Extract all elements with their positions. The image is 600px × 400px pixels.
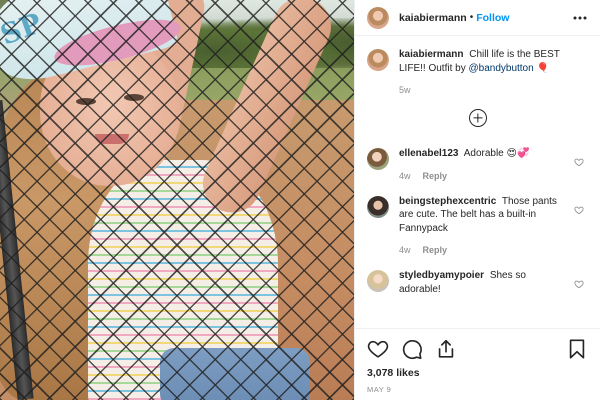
comment-text-block: ellenabel123 Adorable 😍💞 (399, 147, 568, 161)
load-more-comments (367, 109, 588, 127)
heart-outline-icon[interactable] (367, 338, 389, 360)
reply-button[interactable]: Reply (423, 171, 448, 181)
comment-item: beingstephexcentric Those pants are cute… (367, 195, 588, 256)
comment-text-block: styledbyamypoier Shes so adorable! (399, 269, 568, 296)
caption-body: kaiabiermann Chill life is the BEST LIFE… (399, 48, 588, 95)
comment-age[interactable]: 4w (399, 171, 411, 181)
comment-text: Adorable 😍💞 (463, 148, 530, 159)
comment-meta: 4w Reply (399, 245, 568, 255)
follow-button[interactable]: Follow (476, 12, 509, 24)
photo-chain-link-fence (0, 0, 354, 400)
reply-button[interactable]: Reply (423, 245, 448, 255)
comment-body: styledbyamypoier Shes so adorable! (399, 269, 588, 296)
comment-age[interactable]: 4w (399, 245, 411, 255)
caption-mention[interactable]: @bandybutton (468, 63, 533, 74)
comment-username[interactable]: styledbyamypoier (399, 270, 484, 281)
post-header: kaiabiermann • Follow (355, 0, 600, 36)
caption-age[interactable]: 5w (399, 85, 411, 95)
owner-avatar[interactable] (367, 6, 389, 29)
comment-username[interactable]: beingstephexcentric (399, 196, 496, 207)
add-circle-icon[interactable] (468, 109, 487, 127)
caption-meta: 5w (399, 85, 568, 95)
instagram-post: SP kaiabiermann • Follow kaiabiermann Ch… (0, 0, 600, 400)
bookmark-icon[interactable] (566, 338, 588, 360)
post-actions: 3,078 likes MAY 9 (355, 328, 600, 400)
post-date[interactable]: MAY 9 (367, 385, 588, 394)
comment-meta: 4w Reply (399, 171, 568, 181)
small-heart-icon[interactable] (574, 157, 584, 167)
post-photo[interactable]: SP (0, 0, 354, 400)
post-side-panel: kaiabiermann • Follow kaiabiermann Chill… (354, 0, 600, 400)
comments-list[interactable]: kaiabiermann Chill life is the BEST LIFE… (355, 36, 600, 328)
comment-avatar[interactable] (367, 270, 389, 292)
comment-body: ellenabel123 Adorable 😍💞 4w Reply (399, 147, 588, 181)
caption-avatar[interactable] (367, 49, 389, 71)
comment-body: beingstephexcentric Those pants are cute… (399, 195, 588, 256)
caption-emoji: 🎈 (536, 62, 549, 74)
small-heart-icon[interactable] (574, 279, 584, 289)
share-icon[interactable] (435, 338, 457, 360)
comment-avatar[interactable] (367, 195, 389, 218)
like-count[interactable]: 3,078 likes (367, 367, 588, 379)
comment-text-block: beingstephexcentric Those pants are cute… (399, 195, 568, 236)
caption-entry: kaiabiermann Chill life is the BEST LIFE… (367, 48, 588, 95)
action-icons (367, 337, 588, 361)
caption-username[interactable]: kaiabiermann (399, 49, 463, 60)
separator-dot: • (469, 12, 474, 23)
small-heart-icon[interactable] (574, 205, 584, 215)
comment-item: styledbyamypoier Shes so adorable! (367, 269, 588, 296)
comment-avatar[interactable] (367, 148, 389, 170)
caption-text-block: kaiabiermann Chill life is the BEST LIFE… (399, 48, 568, 75)
comment-bubble-icon[interactable] (401, 338, 423, 360)
more-options-icon[interactable] (572, 10, 588, 26)
comment-item: ellenabel123 Adorable 😍💞 4w Reply (367, 147, 588, 181)
comment-username[interactable]: ellenabel123 (399, 148, 458, 159)
owner-username[interactable]: kaiabiermann (399, 12, 467, 24)
